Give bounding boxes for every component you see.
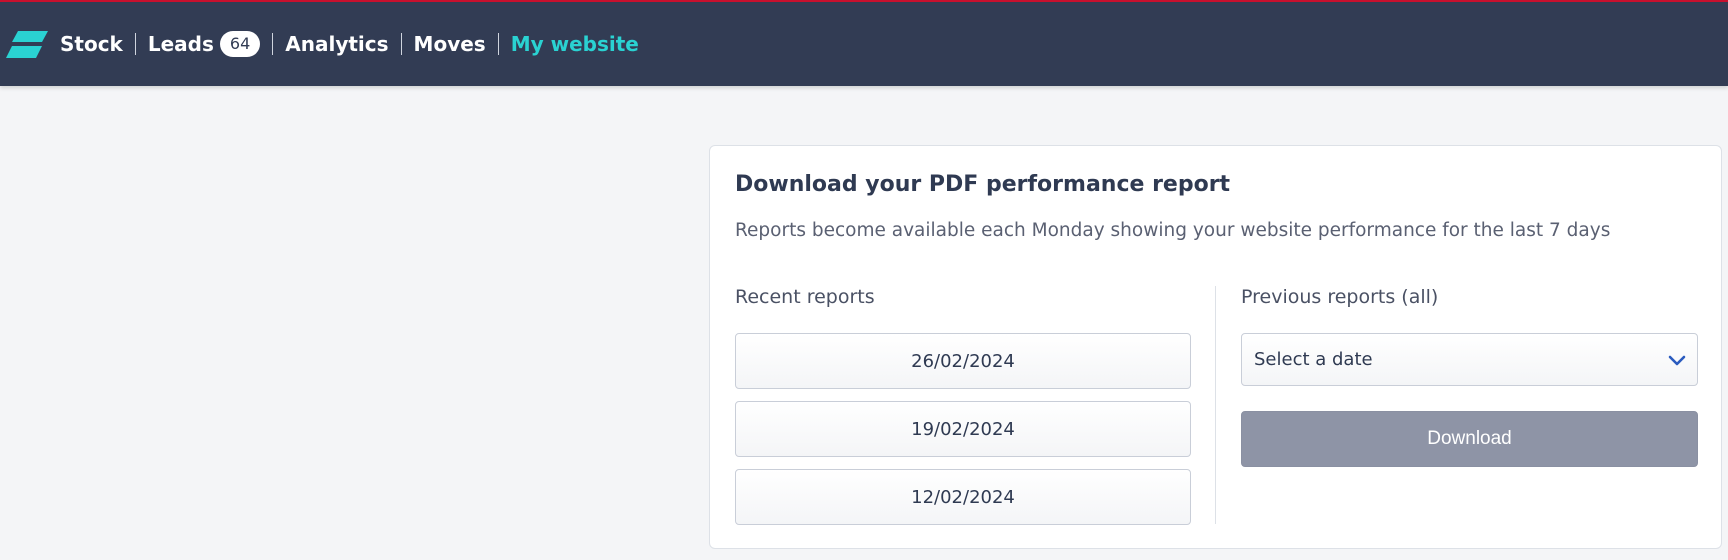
nav-analytics[interactable]: Analytics <box>285 32 388 56</box>
recent-report-button[interactable]: 26/02/2024 <box>735 333 1191 389</box>
column-divider <box>1215 286 1216 524</box>
nav-separator <box>272 33 274 55</box>
top-navigation-bar: Stock Leads 64 Analytics Moves My websit… <box>0 0 1728 86</box>
pdf-report-card: Download your PDF performance report Rep… <box>709 145 1722 549</box>
nav-separator <box>134 33 136 55</box>
card-title: Download your PDF performance report <box>735 172 1231 197</box>
nav-leads[interactable]: Leads 64 <box>147 31 261 57</box>
nav-stock[interactable]: Stock <box>60 32 123 56</box>
previous-reports-label: Previous reports (all) <box>1241 286 1439 308</box>
recent-report-button[interactable]: 12/02/2024 <box>735 469 1191 525</box>
recent-reports-label: Recent reports <box>735 286 875 308</box>
download-button[interactable]: Download <box>1241 411 1698 467</box>
leads-count-badge: 64 <box>219 31 261 57</box>
date-select-value: Select a date <box>1254 349 1373 370</box>
card-subtitle: Reports become available each Monday sho… <box>735 220 1611 241</box>
nav-separator <box>497 33 499 55</box>
nav-separator <box>400 33 402 55</box>
nav-moves[interactable]: Moves <box>414 32 486 56</box>
recent-report-button[interactable]: 19/02/2024 <box>735 401 1191 457</box>
nav-leads-label: Leads <box>147 32 214 56</box>
brand-logo-icon[interactable] <box>6 30 48 60</box>
main-nav: Stock Leads 64 Analytics Moves My websit… <box>60 2 639 86</box>
date-select[interactable]: Select a date <box>1241 333 1698 386</box>
chevron-down-icon <box>1668 355 1686 366</box>
nav-my-website[interactable]: My website <box>511 32 639 56</box>
